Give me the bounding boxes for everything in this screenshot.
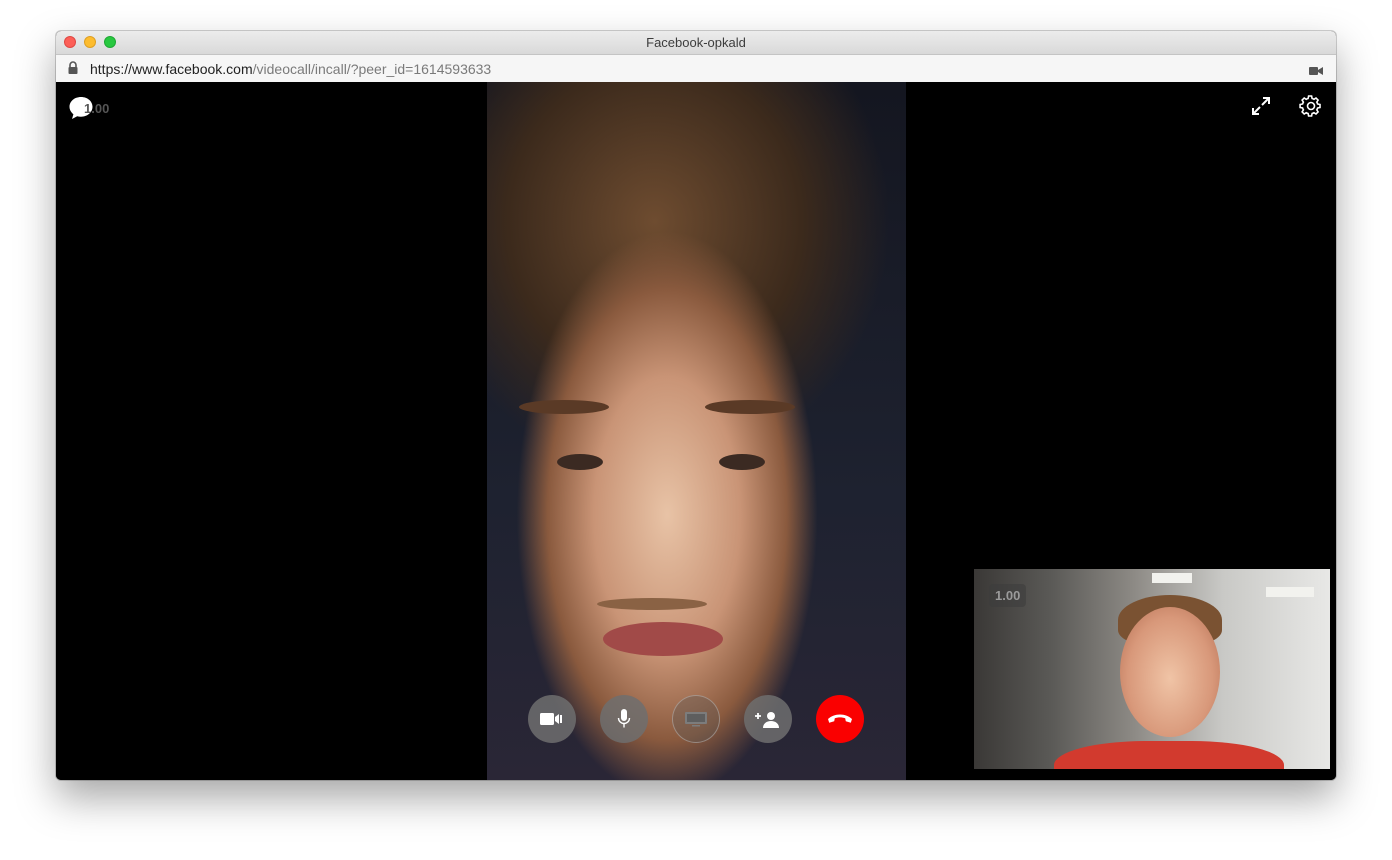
remote-quality-label: 1.00 (84, 101, 110, 116)
address-bar[interactable]: https://www.facebook.com/videocall/incal… (56, 55, 1336, 83)
expand-arrows-icon (1252, 97, 1270, 115)
add-person-button[interactable] (744, 695, 792, 743)
screen-share-icon (685, 712, 707, 727)
remote-video (487, 82, 906, 780)
video-camera-icon (1309, 63, 1323, 81)
microphone-icon (617, 709, 631, 728)
self-video-preview[interactable]: 1.00 (974, 569, 1330, 769)
title-bar: Facebook-opkald (56, 31, 1336, 55)
add-person-icon (755, 712, 779, 728)
url-host: https://www.facebook.com (90, 61, 253, 77)
url-text[interactable]: https://www.facebook.com/videocall/incal… (90, 61, 491, 77)
settings-button[interactable] (1299, 94, 1323, 123)
window-title: Facebook-opkald (646, 35, 746, 50)
browser-window: Facebook-opkald https://www.facebook.com… (56, 31, 1336, 780)
toggle-mic-button[interactable] (600, 695, 648, 743)
url-path: /videocall/incall/?peer_id=1614593633 (252, 61, 492, 77)
gear-icon (1299, 95, 1321, 117)
call-stage: 1.00 1.00 (56, 82, 1336, 780)
lock-icon (68, 61, 78, 79)
video-camera-icon (540, 713, 562, 725)
fullscreen-button[interactable] (1251, 96, 1271, 121)
self-quality-label: 1.00 (989, 584, 1027, 607)
toggle-video-button[interactable] (528, 695, 576, 743)
screen-share-button[interactable] (672, 695, 720, 743)
phone-hangup-icon (828, 714, 852, 723)
end-call-button[interactable] (816, 695, 864, 743)
